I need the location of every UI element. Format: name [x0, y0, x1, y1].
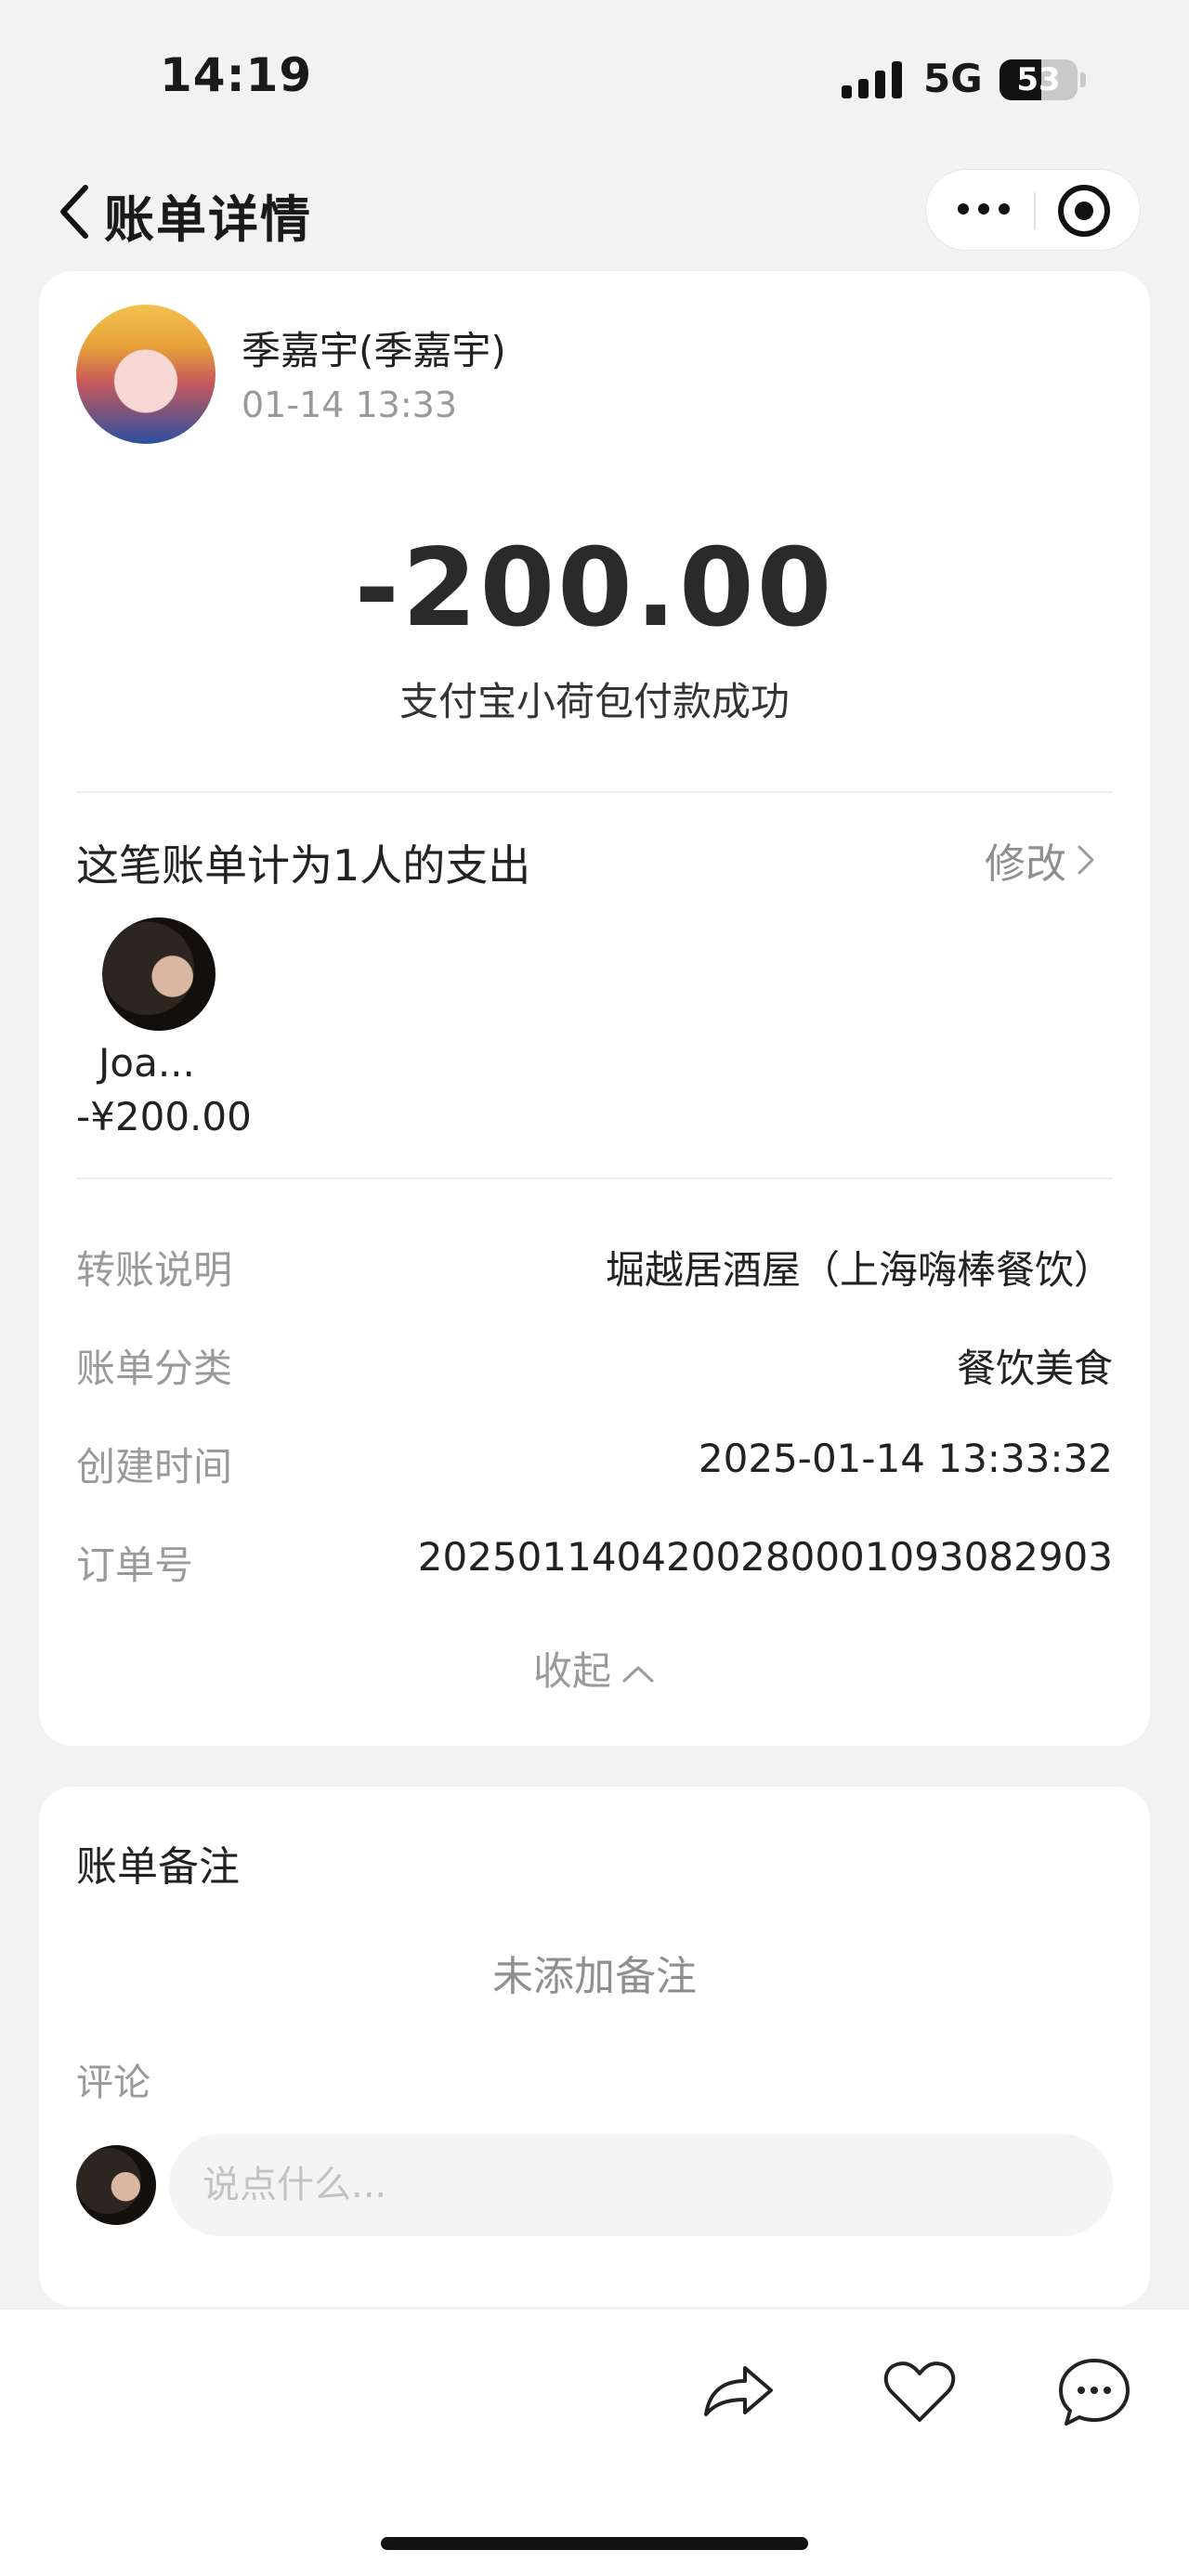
- collapse-button[interactable]: 收起: [0, 1640, 1189, 1697]
- mini-program-capsule: [925, 169, 1141, 251]
- detail-label-order-number: 订单号: [76, 1542, 194, 1588]
- detail-label-created-time: 创建时间: [76, 1444, 233, 1490]
- page-title: 账单详情: [104, 190, 312, 249]
- payer-name: 季嘉宇(季嘉宇): [242, 328, 506, 373]
- detail-value-category[interactable]: 餐饮美食: [957, 1337, 1113, 1394]
- divider: [76, 791, 1113, 793]
- target-icon[interactable]: [1058, 185, 1110, 237]
- back-arrow-icon[interactable]: [54, 182, 98, 241]
- detail-label-category: 账单分类: [76, 1346, 233, 1391]
- split-title: 这笔账单计为1人的支出: [76, 840, 531, 891]
- detail-value-created-time: 2025-01-14 13:33:32: [698, 1436, 1113, 1481]
- notes-title: 账单备注: [76, 1843, 240, 1891]
- detail-label-transfer-note: 转账说明: [76, 1247, 233, 1293]
- share-icon[interactable]: [699, 2353, 777, 2431]
- member-amount: -¥200.00: [76, 1094, 252, 1139]
- bill-time: 01-14 13:33: [242, 384, 458, 425]
- battery-icon: 53: [1000, 59, 1078, 100]
- chevron-up-icon: [622, 1666, 654, 1682]
- comment-label: 评论: [76, 2062, 150, 2104]
- avatar[interactable]: [76, 305, 216, 444]
- signal-icon: [842, 59, 902, 98]
- member-name: Joa...: [98, 1040, 195, 1086]
- detail-value-order-number[interactable]: 2025011404200280001093082903: [418, 1534, 1113, 1580]
- more-dots-icon[interactable]: [958, 203, 1010, 215]
- home-indicator: [381, 2537, 808, 2550]
- edit-split-button[interactable]: 修改: [985, 830, 1096, 890]
- chevron-right-icon: [1078, 845, 1094, 875]
- bill-amount: -200.00: [354, 526, 835, 651]
- heart-icon[interactable]: [881, 2353, 959, 2431]
- collapse-label: 收起: [532, 1648, 611, 1694]
- battery-tip: [1080, 72, 1086, 87]
- edit-label: 修改: [985, 840, 1066, 888]
- battery-level: 53: [1016, 61, 1061, 98]
- avatar: [76, 2145, 156, 2225]
- capsule-divider: [1034, 192, 1036, 229]
- bill-card: [39, 271, 1150, 1746]
- member-avatar[interactable]: [102, 917, 216, 1031]
- notes-empty-text[interactable]: 未添加备注: [0, 1943, 1189, 2002]
- comment-input[interactable]: [169, 2134, 1113, 2236]
- payment-status: 支付宝小荷包付款成功: [399, 679, 790, 724]
- bottom-action-bar: [0, 2309, 1189, 2576]
- divider: [76, 1177, 1113, 1179]
- comment-icon[interactable]: [1055, 2353, 1133, 2431]
- network-type: 5G: [923, 56, 983, 101]
- status-time: 14:19: [160, 48, 313, 102]
- detail-value-transfer-note: 堀越居酒屋（上海嗨棒餐饮）: [605, 1247, 1113, 1293]
